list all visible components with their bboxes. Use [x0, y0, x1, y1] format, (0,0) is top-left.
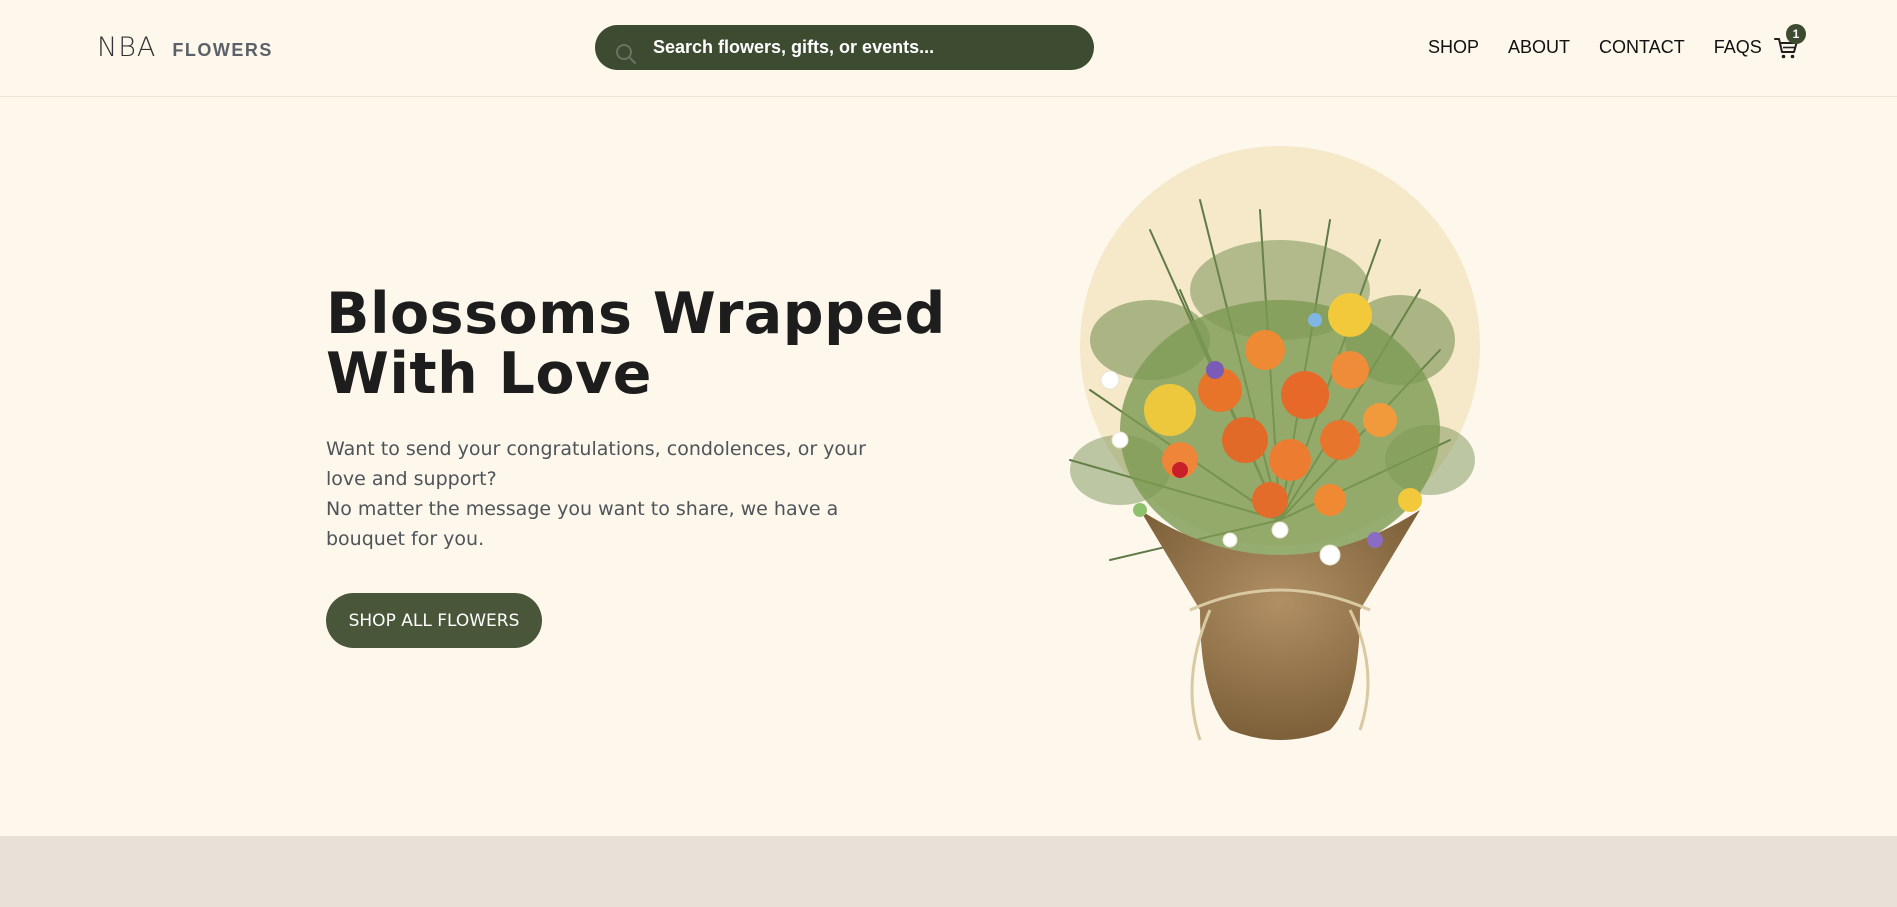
- shop-all-flowers-button[interactable]: SHOP ALL FLOWERS: [326, 593, 542, 648]
- brand-logo[interactable]: NBA FLOWERS: [97, 32, 273, 63]
- hero-paragraph-1: Want to send your congratulations, condo…: [326, 438, 866, 490]
- hero-title-line-2: With Love: [326, 341, 652, 407]
- hero-title: Blossoms Wrapped With Love: [326, 284, 946, 404]
- site-header: NBA FLOWERS SHOP ABOUT CONTACT FAQS 1: [0, 0, 1897, 97]
- search-bar: [595, 25, 1094, 70]
- main-nav: SHOP ABOUT CONTACT FAQS: [1428, 37, 1762, 58]
- hero-paragraph-2: No matter the message you want to share,…: [326, 498, 839, 550]
- nav-link-shop[interactable]: SHOP: [1428, 37, 1479, 58]
- section-divider-band: [0, 836, 1897, 907]
- bouquet-image: [1069, 146, 1480, 741]
- brand-name: FLOWERS: [172, 40, 273, 60]
- nav-link-about[interactable]: ABOUT: [1508, 37, 1570, 58]
- nav-link-contact[interactable]: CONTACT: [1599, 37, 1685, 58]
- search-icon[interactable]: [614, 42, 638, 66]
- hero-title-line-1: Blossoms Wrapped: [326, 281, 946, 347]
- nav-link-faqs[interactable]: FAQS: [1714, 37, 1762, 58]
- cart-count-badge: 1: [1786, 24, 1806, 44]
- hero-description: Want to send your congratulations, condo…: [326, 434, 886, 554]
- search-input[interactable]: [653, 25, 1073, 70]
- brand-mark: NBA: [97, 32, 157, 63]
